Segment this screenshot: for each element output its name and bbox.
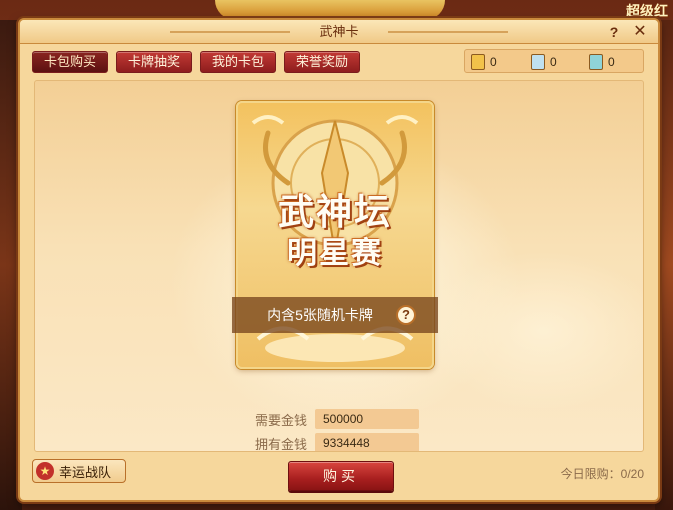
cost-required-value: 500000 — [315, 409, 419, 429]
currency-gold-value: 0 — [490, 55, 497, 69]
currency-cyan: 0 — [589, 53, 615, 71]
cost-required-label: 需要金钱 — [254, 412, 307, 428]
currency-gold: 0 — [471, 53, 497, 71]
card-title-line2: 明星赛 — [287, 237, 383, 270]
panel-cloud-decoration — [423, 251, 643, 411]
lucky-team-label: 幸运战队 — [59, 464, 112, 480]
background-corner-text: 超级红 — [626, 3, 668, 19]
cost-owned-value: 9334448 — [315, 433, 419, 451]
card-caption-bar: 内含5张随机卡牌 ? — [232, 297, 438, 333]
currency-silver-value: 0 — [550, 55, 557, 69]
star-icon: ★ — [36, 462, 54, 480]
cost-owned-label: 拥有金钱 — [254, 436, 307, 452]
currency-silver: 0 — [531, 53, 557, 71]
tab-card-draw[interactable]: 卡牌抽奖 — [116, 51, 192, 73]
lucky-team-button[interactable]: ★ 幸运战队 — [32, 459, 126, 483]
dialog-help-button[interactable]: ? — [604, 22, 624, 42]
tab-my-packs[interactable]: 我的卡包 — [200, 51, 276, 73]
currency-cyan-value: 0 — [608, 55, 615, 69]
cost-required-row: 需要金钱 500000 — [245, 409, 419, 429]
background-banner — [215, 0, 445, 20]
silver-ticket-icon — [531, 54, 545, 70]
dialog-title: 武神卡 — [319, 24, 359, 39]
dialog-close-button[interactable]: ✕ — [630, 22, 650, 42]
currency-bar: 0 0 0 — [464, 49, 644, 73]
daily-limit-text: 今日限购：0/20 — [560, 467, 644, 481]
card-pack[interactable]: 武神坛 明星赛 内含5张随机卡牌 ? — [232, 101, 438, 369]
main-panel: 武神坛 明星赛 内含5张随机卡牌 ? 需要金钱 500000 拥有金钱 9334… — [34, 80, 644, 452]
card-info-help-icon[interactable]: ? — [396, 305, 416, 325]
dialog-titlebar: 武神卡 ? ✕ — [20, 20, 658, 44]
tab-buy-pack[interactable]: 卡包购买 — [32, 51, 108, 73]
card-caption: 内含5张随机卡牌 — [267, 307, 373, 323]
cyan-ticket-icon — [589, 54, 603, 70]
cost-owned-row: 拥有金钱 9334448 — [245, 433, 419, 452]
tab-honor-rewards[interactable]: 荣誉奖励 — [284, 51, 360, 73]
card-shop-dialog: 武神卡 ? ✕ 卡包购买 卡牌抽奖 我的卡包 荣誉奖励 0 0 0 武神坛 明星… — [18, 18, 660, 502]
buy-button[interactable]: 购买 — [288, 461, 394, 491]
tab-bar: 卡包购买 卡牌抽奖 我的卡包 荣誉奖励 — [32, 51, 360, 73]
gold-ticket-icon — [471, 54, 485, 70]
